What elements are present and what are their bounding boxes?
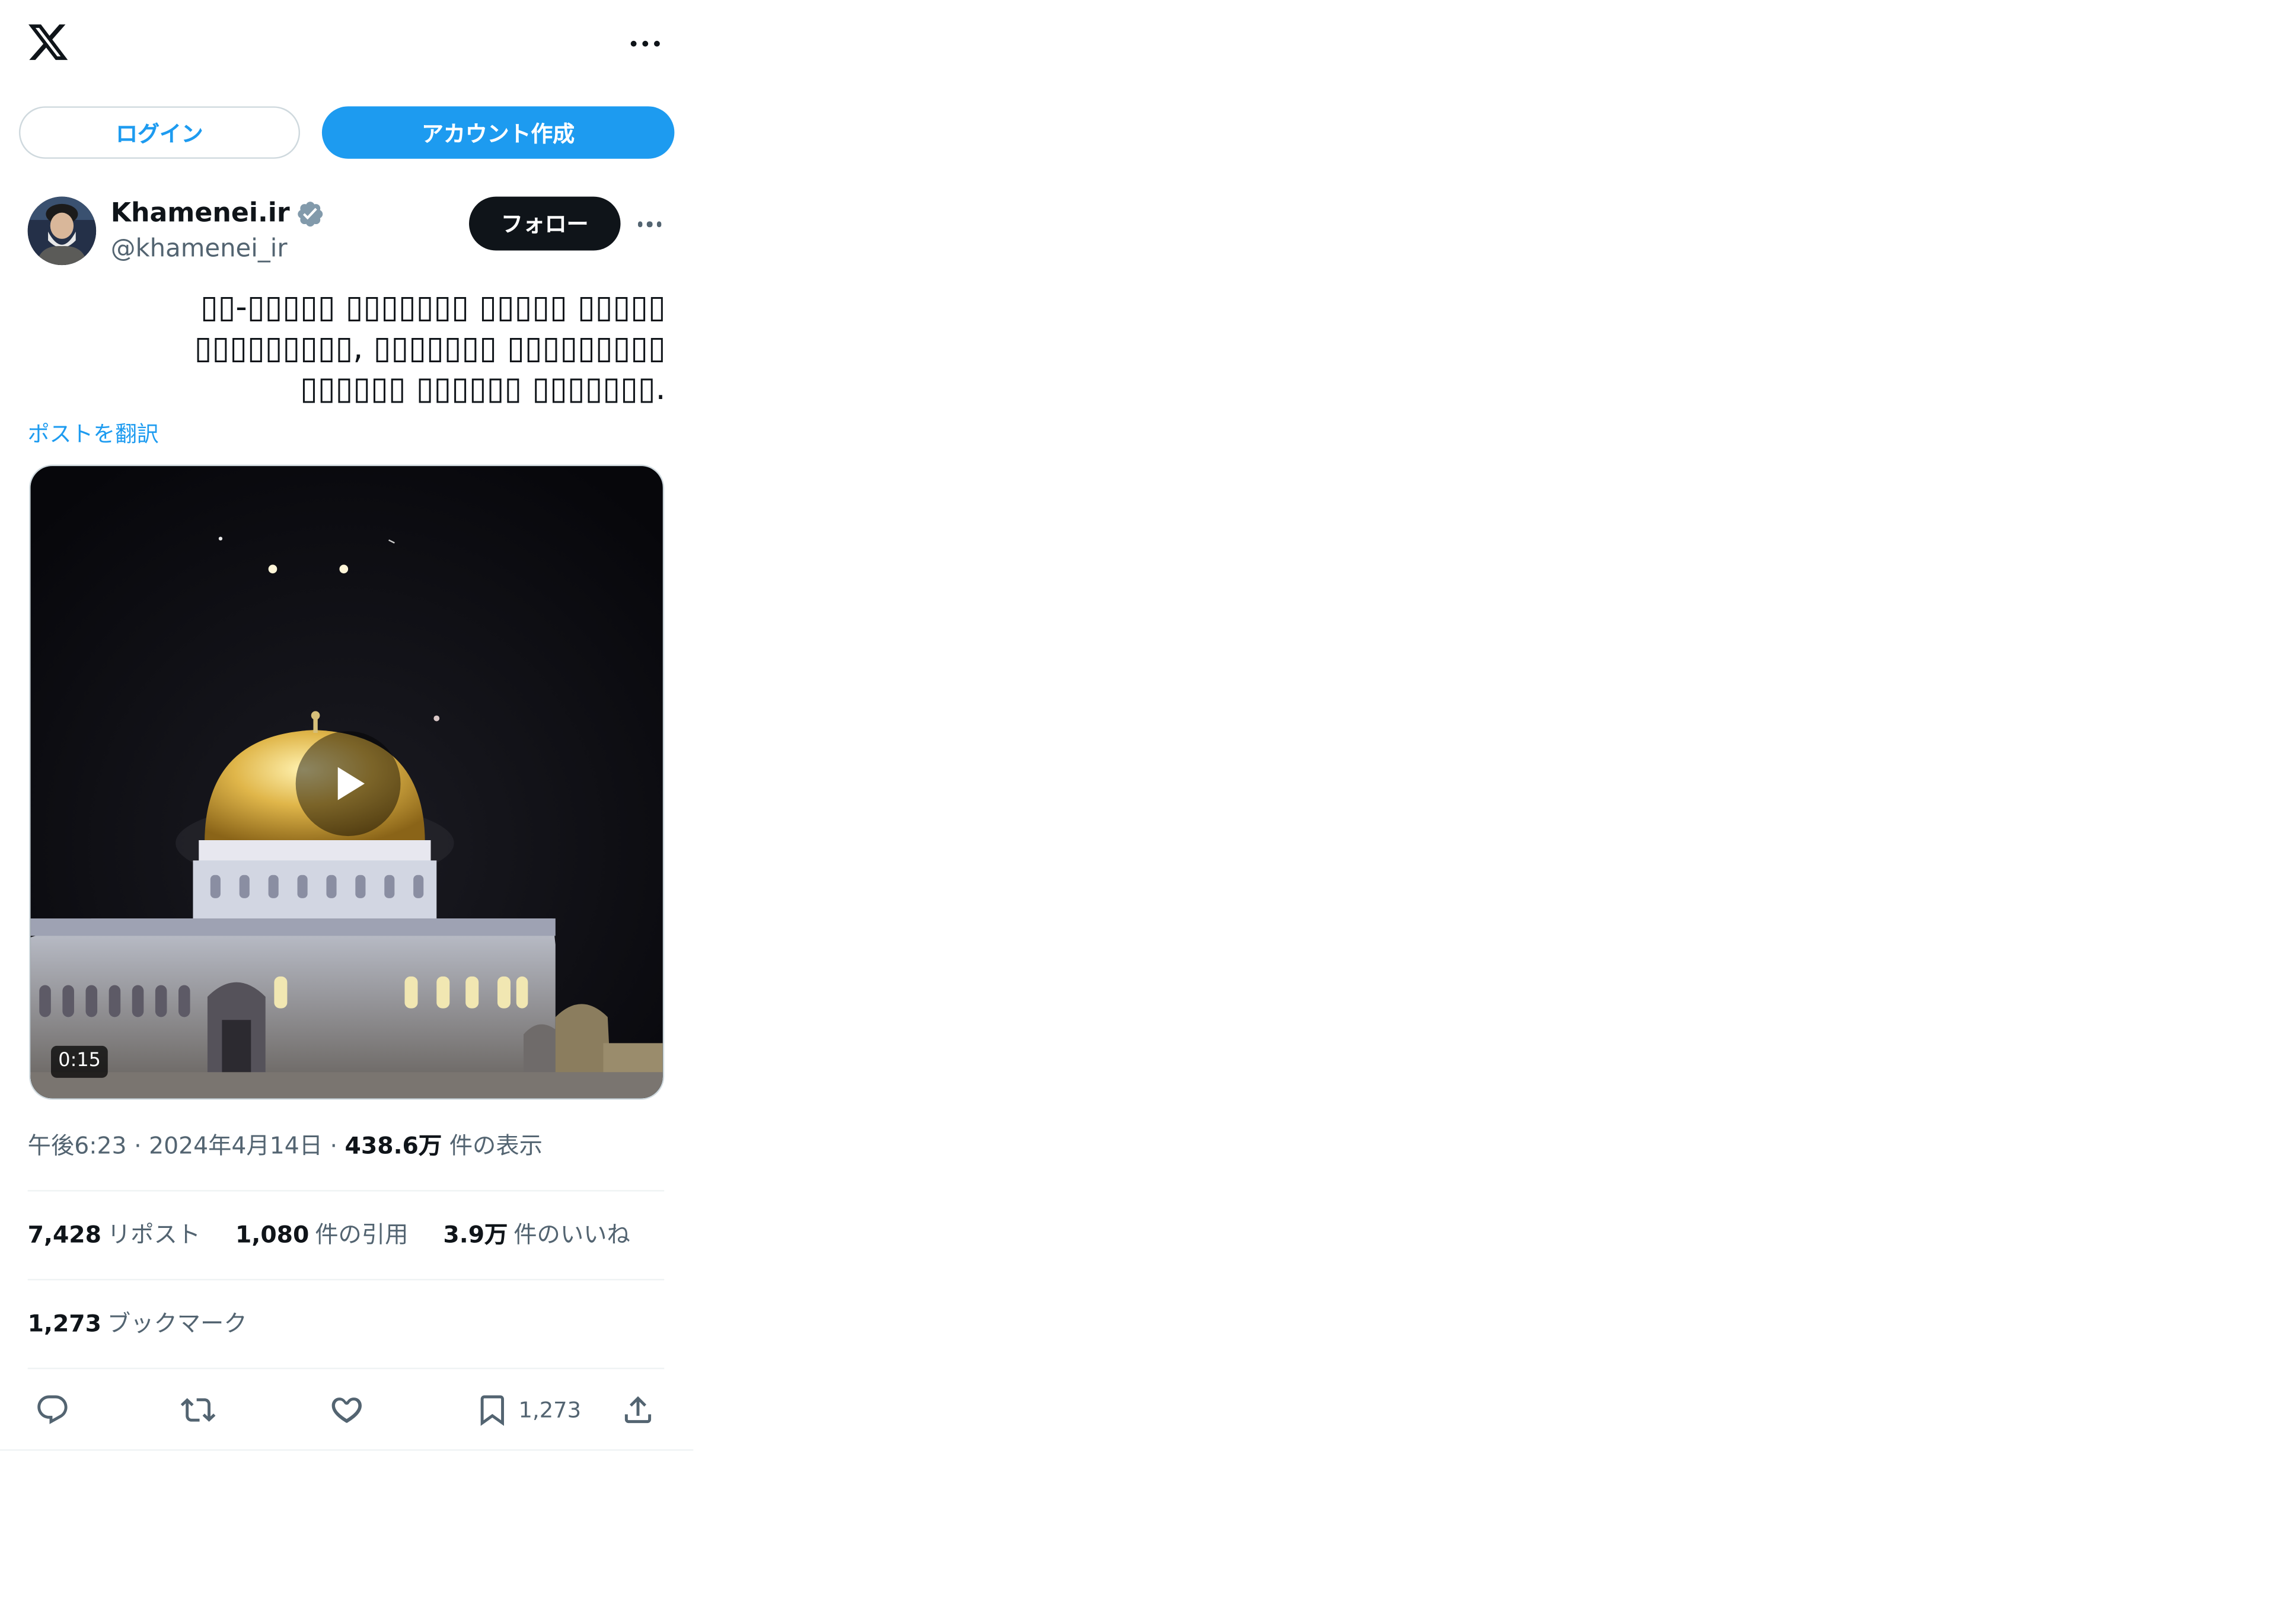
signup-button[interactable]: アカウント作成 <box>321 106 675 159</box>
meta-separator: · <box>323 1131 345 1160</box>
bookmark-button[interactable]: 1,273 <box>475 1391 581 1429</box>
author-handle[interactable]: @khamenei_ir <box>111 233 288 265</box>
x-logo-icon[interactable] <box>26 20 70 64</box>
reposts-label: リポスト <box>107 1220 201 1249</box>
bookmark-icon <box>480 1395 504 1426</box>
repost-icon <box>180 1398 216 1422</box>
reply-icon <box>37 1395 68 1424</box>
video-player[interactable]: 0:15 <box>29 464 665 1100</box>
author-name-text[interactable]: Khamenei.ir <box>111 198 290 230</box>
bookmark-count: 1,273 <box>518 1396 582 1424</box>
engagement-stats: 7,428 リポスト 1,080 件の引用 3.9万 件のいいね <box>28 1219 630 1251</box>
likes-count: 3.9万 <box>443 1220 508 1249</box>
reply-button[interactable] <box>35 1391 70 1429</box>
verified-icon <box>298 202 323 227</box>
author-name[interactable]: Khamenei.ir <box>111 198 325 230</box>
avatar[interactable] <box>27 196 97 266</box>
likes-stat[interactable]: 3.9万 件のいいね <box>443 1219 630 1251</box>
like-button[interactable] <box>329 1391 364 1429</box>
views-count: 438.6万 <box>344 1131 442 1160</box>
play-icon <box>337 767 365 800</box>
share-icon <box>624 1396 652 1424</box>
divider <box>0 1449 694 1451</box>
share-button[interactable] <box>621 1391 656 1429</box>
quotes-count: 1,080 <box>235 1220 310 1249</box>
follow-button[interactable]: フォロー <box>469 196 621 251</box>
reposts-stat[interactable]: 7,428 リポスト <box>28 1219 200 1251</box>
action-bar: 1,273 <box>28 1387 665 1434</box>
likes-label: 件のいいね <box>513 1220 630 1249</box>
like-icon <box>331 1398 362 1423</box>
post-text-line: ▯▯▯▯▯▯▯▯▯ ▯▯▯▯▯▯▯ ,▯▯▯▯▯▯▯▯▯ <box>194 330 666 368</box>
repost-button[interactable] <box>180 1391 216 1429</box>
post-meta: 午後6:23 · 2024年4月14日 · 438.6万 件の表示 <box>28 1130 543 1162</box>
post-time[interactable]: 午後6:23 <box>28 1132 127 1160</box>
quotes-stat[interactable]: 1,080 件の引用 <box>235 1219 408 1251</box>
post-more-icon[interactable] <box>629 210 670 239</box>
bookmarks-count: 1,273 <box>27 1309 102 1338</box>
post-date[interactable]: 2024年4月14日 <box>149 1132 323 1160</box>
views-label: 件の表示 <box>449 1131 543 1160</box>
bookmarks-label: ブックマーク <box>107 1309 247 1338</box>
post-text: ▯▯▯▯▯ ▯▯▯▯▯ ▯▯▯▯▯▯▯ ▯▯▯▯▯-▯▯ ▯▯▯▯▯▯▯▯▯ ▯… <box>28 288 666 410</box>
meta-separator: · <box>126 1131 149 1160</box>
more-icon[interactable] <box>623 29 667 58</box>
divider <box>27 1367 665 1370</box>
play-button[interactable] <box>295 731 401 837</box>
post-text-line: ▯▯▯▯▯ ▯▯▯▯▯ ▯▯▯▯▯▯▯ ▯▯▯▯▯-▯▯ <box>200 289 666 327</box>
reposts-count: 7,428 <box>27 1220 102 1249</box>
quotes-label: 件の引用 <box>315 1220 409 1249</box>
divider <box>27 1190 665 1192</box>
bookmarks-stat: 1,273 ブックマーク <box>28 1308 247 1340</box>
post-text-line: .▯▯▯▯▯▯▯ ▯▯▯▯▯▯ ▯▯▯▯▯▯ <box>300 371 666 408</box>
login-button[interactable]: ログイン <box>18 106 301 159</box>
divider <box>27 1278 665 1281</box>
translate-post-link[interactable]: ポストを翻訳 <box>28 418 159 449</box>
top-bar <box>0 0 693 87</box>
video-duration: 0:15 <box>50 1045 109 1078</box>
